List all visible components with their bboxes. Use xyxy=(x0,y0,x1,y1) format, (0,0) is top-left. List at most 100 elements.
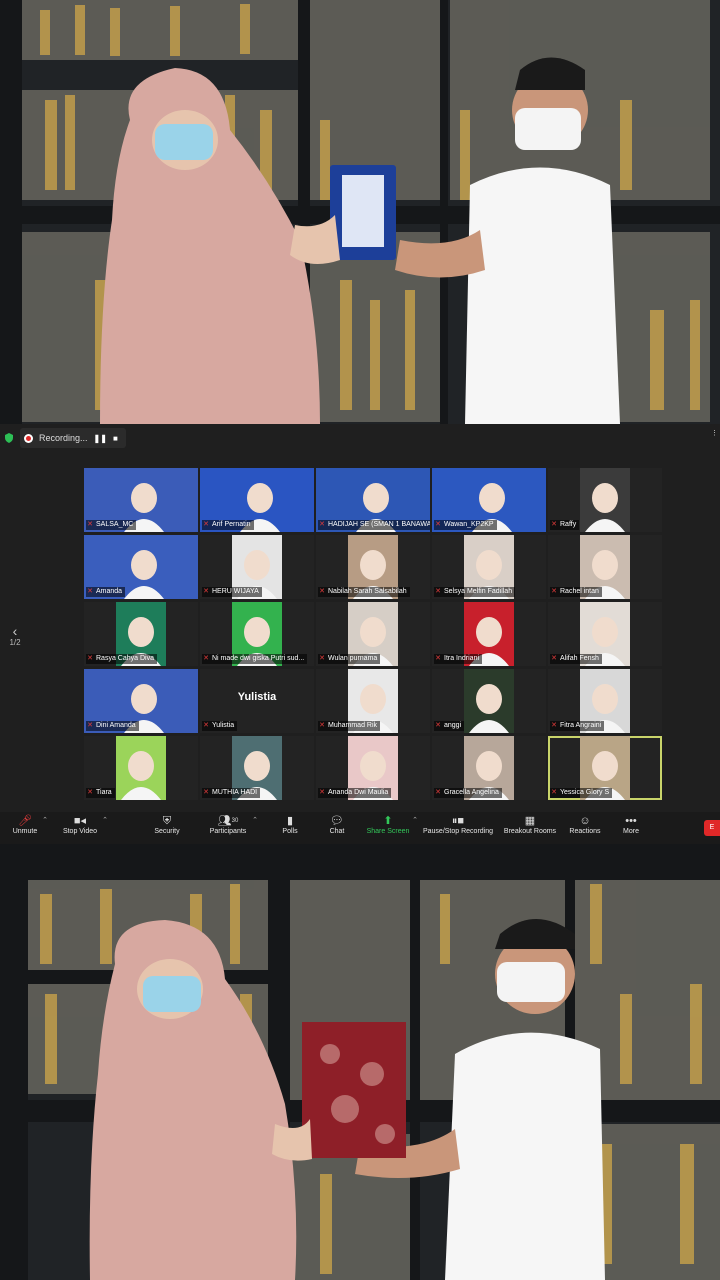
meeting-toolbar: 🎤︎ Unmute ⌃ ■◂ Stop Video ⌃ ⛨ Security 👥… xyxy=(0,812,720,844)
chevron-up-icon[interactable]: ⌃ xyxy=(412,816,418,824)
muted-mic-icon: ✕ xyxy=(319,722,325,729)
muted-mic-icon: ✕ xyxy=(87,521,93,528)
muted-mic-icon: ✕ xyxy=(319,655,325,662)
pause-recording-button[interactable]: ❚❚ xyxy=(94,434,107,443)
participant-video xyxy=(116,736,166,800)
unmute-label: Unmute xyxy=(12,828,38,835)
participant-name: Ananda Dwi Maulia xyxy=(318,788,392,798)
participant-tile[interactable]: Wulan purnama ✕ xyxy=(316,602,430,666)
muted-mic-icon: ✕ xyxy=(87,722,93,729)
participant-tile[interactable]: Rachel intan ✕ xyxy=(548,535,662,599)
participant-tile[interactable]: Ananda Dwi Maulia ✕ xyxy=(316,736,430,800)
chevron-up-icon[interactable]: ⌃ xyxy=(42,816,48,824)
participant-tile[interactable]: HERU WIJAYA ✕ xyxy=(200,535,314,599)
muted-mic-icon: ✕ xyxy=(319,588,325,595)
participant-tile[interactable]: SALSA_MC ✕ xyxy=(84,468,198,532)
participant-name: Wulan purnama xyxy=(318,654,381,664)
gallery-view-icon[interactable]: ⋮⋮ xyxy=(711,429,720,437)
participant-display-name: Yulistia xyxy=(237,691,277,703)
participant-tile[interactable]: MUTHIA HADI ✕ xyxy=(200,736,314,800)
chat-label: Chat xyxy=(329,828,345,835)
polls-label: Polls xyxy=(282,828,298,835)
muted-mic-icon: ✕ xyxy=(435,789,441,796)
security-button[interactable]: ⛨ Security xyxy=(150,814,184,835)
breakout-rooms-button[interactable]: ▦ Breakout Rooms xyxy=(502,814,558,835)
participant-name: Nabilah Sarah Salsabilah xyxy=(318,587,410,597)
participant-tile[interactable]: Raffy ✕ xyxy=(548,468,662,532)
participant-tile[interactable]: Wawan_KP2KP ✕ xyxy=(432,468,546,532)
muted-mic-icon: 🎤︎ xyxy=(18,815,32,827)
chat-bubble-icon: 💬︎ xyxy=(330,815,344,827)
participant-tile[interactable]: Tiara ✕ xyxy=(84,736,198,800)
muted-mic-icon: ✕ xyxy=(203,789,209,796)
share-screen-icon: ⬆ xyxy=(383,815,393,827)
participant-name: Rasya Cahya Diva xyxy=(86,654,157,664)
participant-tile[interactable]: Selsya Melfin Fadillah ✕ xyxy=(432,535,546,599)
participant-tile[interactable]: Rasya Cahya Diva ✕ xyxy=(84,602,198,666)
participant-tile[interactable]: Alifah Fensh ✕ xyxy=(548,602,662,666)
shield-icon xyxy=(5,433,13,443)
more-dots-icon: ••• xyxy=(625,815,637,827)
participant-tile[interactable]: Arif Pernatin ✕ xyxy=(200,468,314,532)
participant-tile[interactable]: Fitra Angraini ✕ xyxy=(548,669,662,733)
participants-label: Participants xyxy=(209,828,247,835)
stop-recording-button[interactable]: ■ xyxy=(113,434,118,443)
participant-name: Ni made dwi giska Putri sud... xyxy=(202,654,308,664)
more-button[interactable]: ••• More xyxy=(620,814,642,835)
polls-button[interactable]: ▮ Polls xyxy=(278,814,302,835)
chevron-up-icon[interactable]: ⌃ xyxy=(102,816,108,824)
page-indicator: 1/2 xyxy=(9,638,21,647)
previous-page-icon[interactable]: ‹ xyxy=(8,624,22,638)
smiley-icon: ☺ xyxy=(579,815,591,827)
end-meeting-button[interactable]: E xyxy=(704,820,720,836)
muted-mic-icon: ✕ xyxy=(203,722,209,729)
pause-stop-recording-label: Pause/Stop Recording xyxy=(422,828,494,835)
participants-button[interactable]: 👥︎30 Participants ⌃ xyxy=(206,814,258,835)
participant-video xyxy=(464,669,514,733)
participant-tile[interactable]: Muhammad Rik ✕ xyxy=(316,669,430,733)
participant-tile[interactable]: Yessica Glory S ✕ xyxy=(548,736,662,800)
muted-mic-icon: ✕ xyxy=(551,588,557,595)
share-screen-button[interactable]: ⬆ Share Screen ⌃ xyxy=(366,814,418,835)
zoom-meeting-window: Recording... ❚❚ ■ ⋮⋮ ‹ 1/2 SALSA_MC✕Arif… xyxy=(0,424,720,844)
participant-tile[interactable]: Gracella Angelina ✕ xyxy=(432,736,546,800)
participant-tile[interactable]: Amanda ✕ xyxy=(84,535,198,599)
participant-tile[interactable]: anggi ✕ xyxy=(432,669,546,733)
recording-pill: Recording... ❚❚ ■ xyxy=(20,428,126,448)
participant-name: Fitra Angraini xyxy=(550,721,605,731)
muted-mic-icon: ✕ xyxy=(319,789,325,796)
more-label: More xyxy=(623,828,639,835)
reactions-button[interactable]: ☺ Reactions xyxy=(568,814,602,835)
video-camera-icon: ■◂ xyxy=(73,815,87,827)
bar-chart-icon: ▮ xyxy=(286,815,294,827)
participant-tile[interactable]: Dini Amanda ✕ xyxy=(84,669,198,733)
participant-tile[interactable]: Yulistia Yulistia ✕ xyxy=(200,669,314,733)
participant-tile[interactable]: Itra Indriani ✕ xyxy=(432,602,546,666)
pause-stop-recording-button[interactable]: ⏸■ Pause/Stop Recording xyxy=(421,814,495,835)
participant-name: Selsya Melfin Fadillah xyxy=(434,587,516,597)
muted-mic-icon: ✕ xyxy=(87,655,93,662)
recording-label: Recording... xyxy=(39,433,88,443)
chevron-up-icon[interactable]: ⌃ xyxy=(252,816,258,824)
muted-mic-icon: ✕ xyxy=(319,521,325,528)
participant-name: Muhammad Rik xyxy=(318,721,381,731)
muted-mic-icon: ✕ xyxy=(435,655,441,662)
participant-tile[interactable]: Ni made dwi giska Putri sud... ✕ xyxy=(200,602,314,666)
security-label: Security xyxy=(154,828,180,835)
reactions-label: Reactions xyxy=(569,828,601,835)
participant-name: Yessica Glory S xyxy=(550,788,613,798)
gallery-pager[interactable]: ‹ 1/2 xyxy=(8,624,22,647)
unmute-button[interactable]: 🎤︎ Unmute ⌃ xyxy=(10,814,48,835)
record-icon xyxy=(24,433,33,443)
muted-mic-icon: ✕ xyxy=(87,789,93,796)
chat-button[interactable]: 💬︎ Chat xyxy=(326,814,348,835)
participant-tile[interactable]: HADIJAH SE (SMAN 1 BANAWA) ✕ xyxy=(316,468,430,532)
muted-mic-icon: ✕ xyxy=(87,588,93,595)
stop-video-button[interactable]: ■◂ Stop Video ⌃ xyxy=(60,814,108,835)
participant-gallery: SALSA_MC ✕ Arif Pernatin ✕ HADIJAH SE (SMAN … xyxy=(84,468,664,802)
bottom-photo xyxy=(0,844,720,1280)
participant-tile[interactable]: Nabilah Sarah Salsabilah ✕ xyxy=(316,535,430,599)
participants-count: 30 xyxy=(231,818,239,824)
pause-stop-icon: ⏸■ xyxy=(451,815,465,827)
muted-mic-icon: ✕ xyxy=(435,588,441,595)
